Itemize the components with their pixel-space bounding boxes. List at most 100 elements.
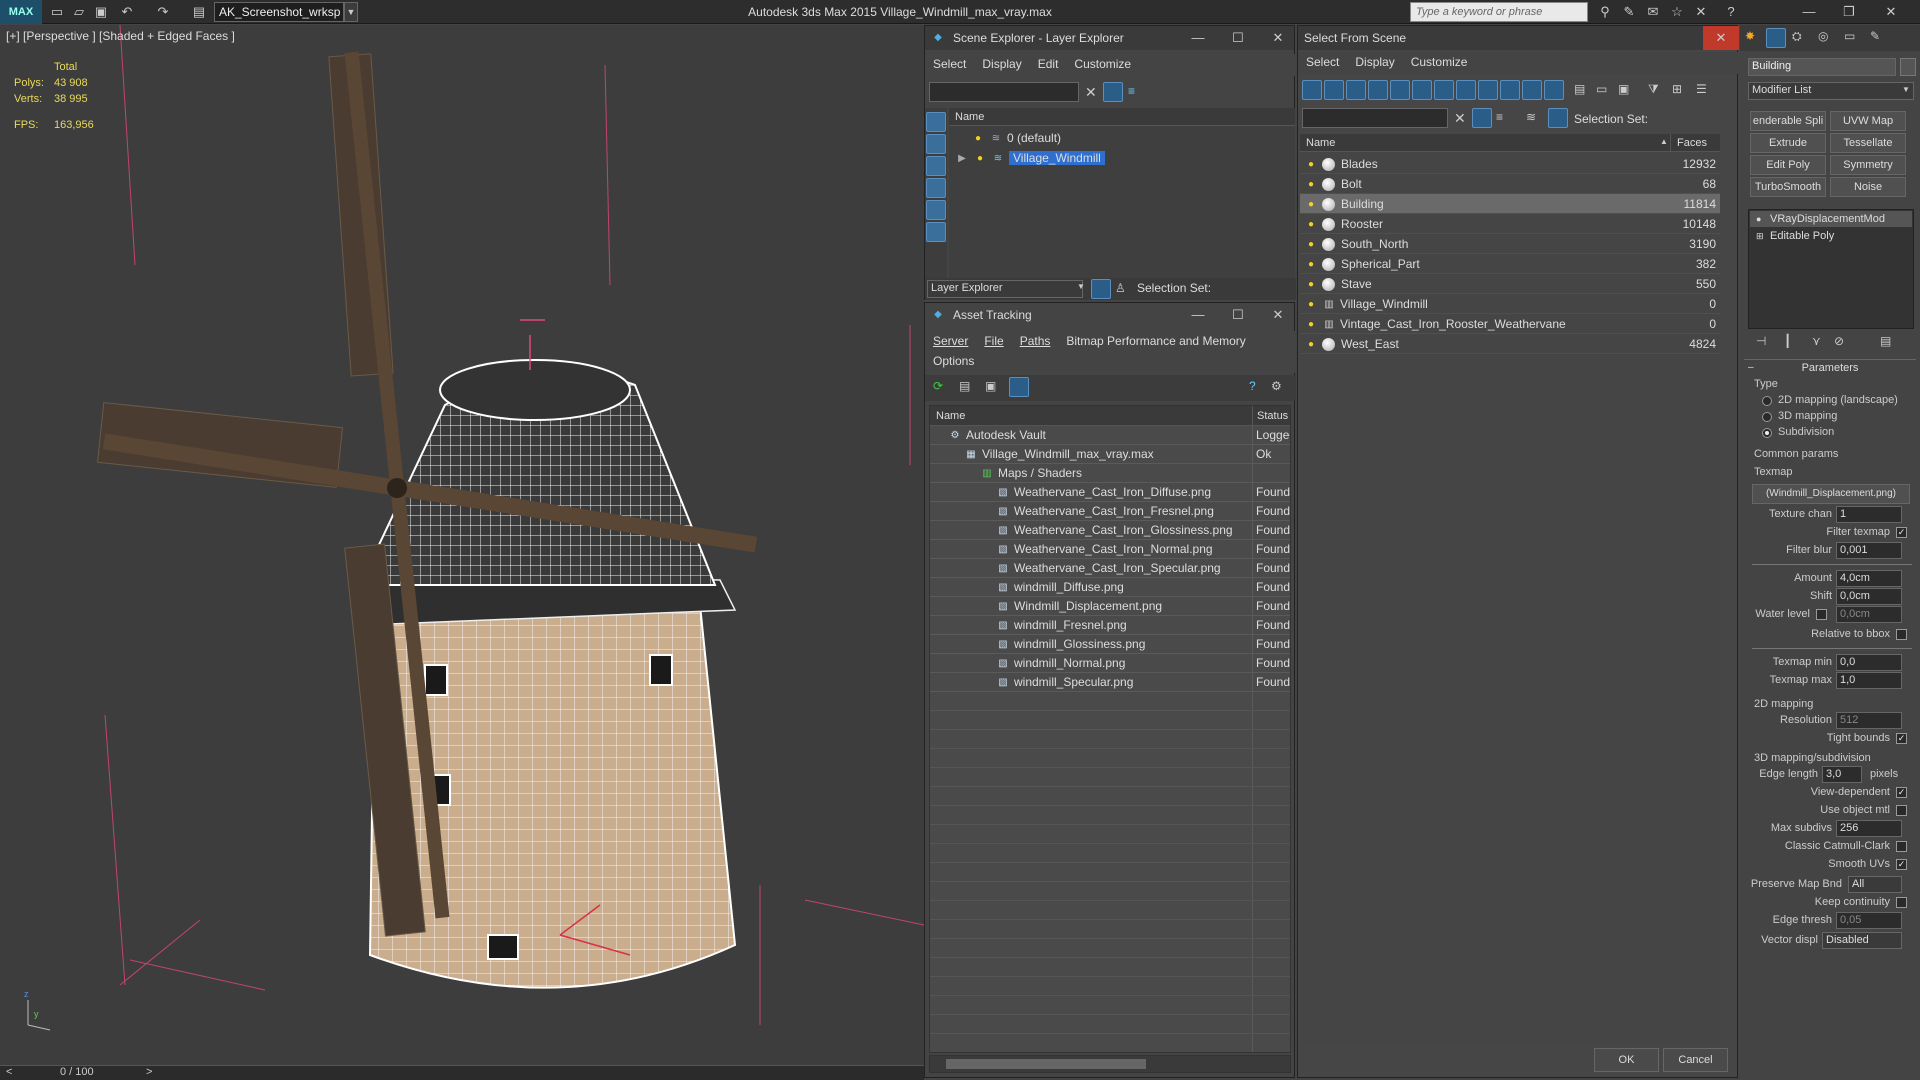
scroll-thumb[interactable]	[946, 1059, 1146, 1069]
make-unique-icon[interactable]: ⋎	[1812, 334, 1821, 348]
table-view-icon[interactable]	[1009, 377, 1029, 397]
thumbnail-icon[interactable]: ▣	[985, 379, 996, 393]
texmap-max-input[interactable]: 1,0	[1836, 672, 1902, 689]
layer-options-icon[interactable]: ≡	[1128, 84, 1135, 98]
use-object-mtl-checkbox[interactable]	[1896, 805, 1907, 816]
asset-row[interactable]: ▥ Maps / Shaders	[930, 464, 1290, 483]
light-bulb-icon[interactable]: ●	[1304, 238, 1318, 252]
open-file-icon[interactable]: ▱	[70, 3, 88, 21]
tight-bounds-checkbox[interactable]: ✓	[1896, 733, 1907, 744]
keep-continuity-checkbox[interactable]	[1896, 897, 1907, 908]
options-icon[interactable]: ≡	[1496, 110, 1503, 124]
toolbar-display-icon[interactable]	[926, 112, 946, 132]
asset-row[interactable]: ▧ Weathervane_Cast_Iron_Diffuse.png Found	[930, 483, 1290, 502]
select-all-icon[interactable]: ▤	[1574, 82, 1585, 96]
maximize-icon[interactable]: ☐	[1220, 303, 1256, 327]
remove-modifier-icon[interactable]: ⊘	[1834, 334, 1844, 348]
water-level-checkbox[interactable]	[1816, 609, 1827, 620]
texmap-button[interactable]: (Windmill_Displacement.png)	[1752, 484, 1910, 504]
modifier-button[interactable]: Tessellate	[1830, 133, 1906, 153]
time-prev-button[interactable]: <	[6, 1066, 12, 1078]
scene-object-row[interactable]: ● Spherical_Part 382	[1300, 254, 1720, 274]
show-end-result-icon[interactable]: ┃	[1784, 334, 1791, 348]
light-bulb-icon[interactable]: ●	[1304, 218, 1318, 232]
menu-server[interactable]: Server	[925, 331, 976, 351]
hierarchy-mode-icon[interactable]	[1548, 108, 1568, 128]
toolbar-lights-icon[interactable]	[926, 178, 946, 198]
asset-row[interactable]: ▦ Village_Windmill_max_vray.max Ok	[930, 445, 1290, 464]
modifier-button[interactable]: Edit Poly	[1750, 155, 1826, 175]
menu-bitmap-performance[interactable]: Bitmap Performance and Memory	[1058, 331, 1253, 351]
asset-row[interactable]: ⚙ Autodesk Vault Logged	[930, 426, 1290, 445]
light-bulb-icon[interactable]: ●	[1304, 298, 1318, 312]
settings-icon[interactable]: ⚙	[1271, 379, 1282, 393]
type-3d-radio[interactable]	[1762, 412, 1772, 422]
modifier-button[interactable]: enderable Spli	[1750, 111, 1826, 131]
asset-row[interactable]: ▧ Weathervane_Cast_Iron_Fresnel.png Found	[930, 502, 1290, 521]
scene-col-name[interactable]: Name	[1300, 134, 1670, 152]
pin-stack-icon[interactable]: ⊣	[1756, 334, 1766, 348]
close-icon[interactable]: ✕	[1703, 26, 1739, 50]
binoculars-icon[interactable]: ⚲	[1596, 3, 1614, 21]
time-next-button[interactable]: >	[146, 1066, 152, 1078]
minimize-icon[interactable]: —	[1800, 3, 1818, 21]
menu-select[interactable]: Select	[925, 54, 974, 74]
preserve-map-dropdown[interactable]: All	[1848, 876, 1902, 893]
filter-bones-icon[interactable]	[1478, 80, 1498, 100]
edge-thresh-input[interactable]: 0,05	[1836, 912, 1902, 929]
hierarchy-icon[interactable]: ♙	[1115, 281, 1126, 295]
texmap-min-input[interactable]: 0,0	[1836, 654, 1902, 671]
filter-containers-icon[interactable]	[1500, 80, 1520, 100]
filter-helpers-icon[interactable]	[1390, 80, 1410, 100]
catmull-clark-checkbox[interactable]	[1896, 841, 1907, 852]
asset-row[interactable]: ▧ windmill_Normal.png Found	[930, 654, 1290, 673]
find-case-icon[interactable]	[1472, 108, 1492, 128]
scene-object-row[interactable]: ● Building 11814	[1300, 194, 1720, 214]
ok-button[interactable]: OK	[1594, 1048, 1659, 1072]
viewport-label[interactable]: [+] [Perspective ] [Shaded + Edged Faces…	[6, 29, 235, 43]
motion-tab-icon[interactable]: ◎	[1818, 29, 1828, 43]
star-icon[interactable]: ☆	[1668, 3, 1686, 21]
max-subdivs-input[interactable]: 256	[1836, 820, 1902, 837]
asset-row[interactable]: ▧ Weathervane_Cast_Iron_Specular.png Found	[930, 559, 1290, 578]
menu-display[interactable]: Display	[1347, 52, 1402, 72]
scene-object-row[interactable]: ● Bolt 68	[1300, 174, 1720, 194]
clear-search-icon[interactable]: ✕	[1454, 110, 1466, 127]
light-bulb-icon[interactable]: ●	[1304, 198, 1318, 212]
asset-row[interactable]: ▧ windmill_Specular.png Found	[930, 673, 1290, 692]
modifier-button[interactable]: UVW Map	[1830, 111, 1906, 131]
menu-customize[interactable]: Customize	[1066, 54, 1139, 74]
help-icon[interactable]: ?	[1249, 379, 1256, 393]
filter-geometry-icon[interactable]	[1302, 80, 1322, 100]
toolbar-cameras-icon[interactable]	[926, 200, 946, 220]
new-file-icon[interactable]: ▭	[48, 3, 66, 21]
menu-paths[interactable]: Paths	[1012, 331, 1059, 351]
stack-item-vray-displacement[interactable]: ● VRayDisplacementMod	[1750, 211, 1912, 227]
refresh-icon[interactable]: ⟳	[933, 379, 943, 393]
filter-groups-icon[interactable]	[1434, 80, 1454, 100]
menu-options[interactable]: Options	[925, 351, 982, 371]
scene-object-row[interactable]: ● West_East 4824	[1300, 334, 1720, 354]
filter-hidden-icon[interactable]	[1544, 80, 1564, 100]
explorer-type-dropdown[interactable]: Layer Explorer	[927, 280, 1083, 298]
type-subdivision-radio[interactable]	[1762, 428, 1772, 438]
edge-length-input[interactable]: 3,0	[1822, 766, 1862, 783]
light-bulb-icon[interactable]: ●	[1304, 158, 1318, 172]
save-icon[interactable]: ▣	[92, 3, 110, 21]
workspace-selector[interactable]: AK_Screenshot_wrksp	[214, 2, 344, 22]
light-bulb-icon[interactable]: ●	[973, 152, 987, 166]
search-input[interactable]: Type a keyword or phrase	[1410, 2, 1588, 22]
asset-row[interactable]: ▧ windmill_Diffuse.png Found	[930, 578, 1290, 597]
smooth-uvs-checkbox[interactable]: ✓	[1896, 859, 1907, 870]
modifier-list-dropdown[interactable]: Modifier List	[1748, 82, 1914, 100]
asset-row[interactable]: ▧ Weathervane_Cast_Iron_Glossiness.png Fou…	[930, 521, 1290, 540]
filter-frozen-icon[interactable]	[1522, 80, 1542, 100]
close-icon[interactable]: ✕	[1882, 3, 1900, 21]
scene-object-row[interactable]: ● Rooster 10148	[1300, 214, 1720, 234]
help-icon[interactable]: ?	[1722, 3, 1740, 21]
vector-displ-dropdown[interactable]: Disabled	[1822, 932, 1902, 949]
resolution-input[interactable]: 512	[1836, 712, 1902, 729]
app-logo[interactable]: MAX	[0, 0, 42, 24]
columns-icon[interactable]: ☰	[1696, 82, 1707, 96]
modifier-button[interactable]: Symmetry	[1830, 155, 1906, 175]
